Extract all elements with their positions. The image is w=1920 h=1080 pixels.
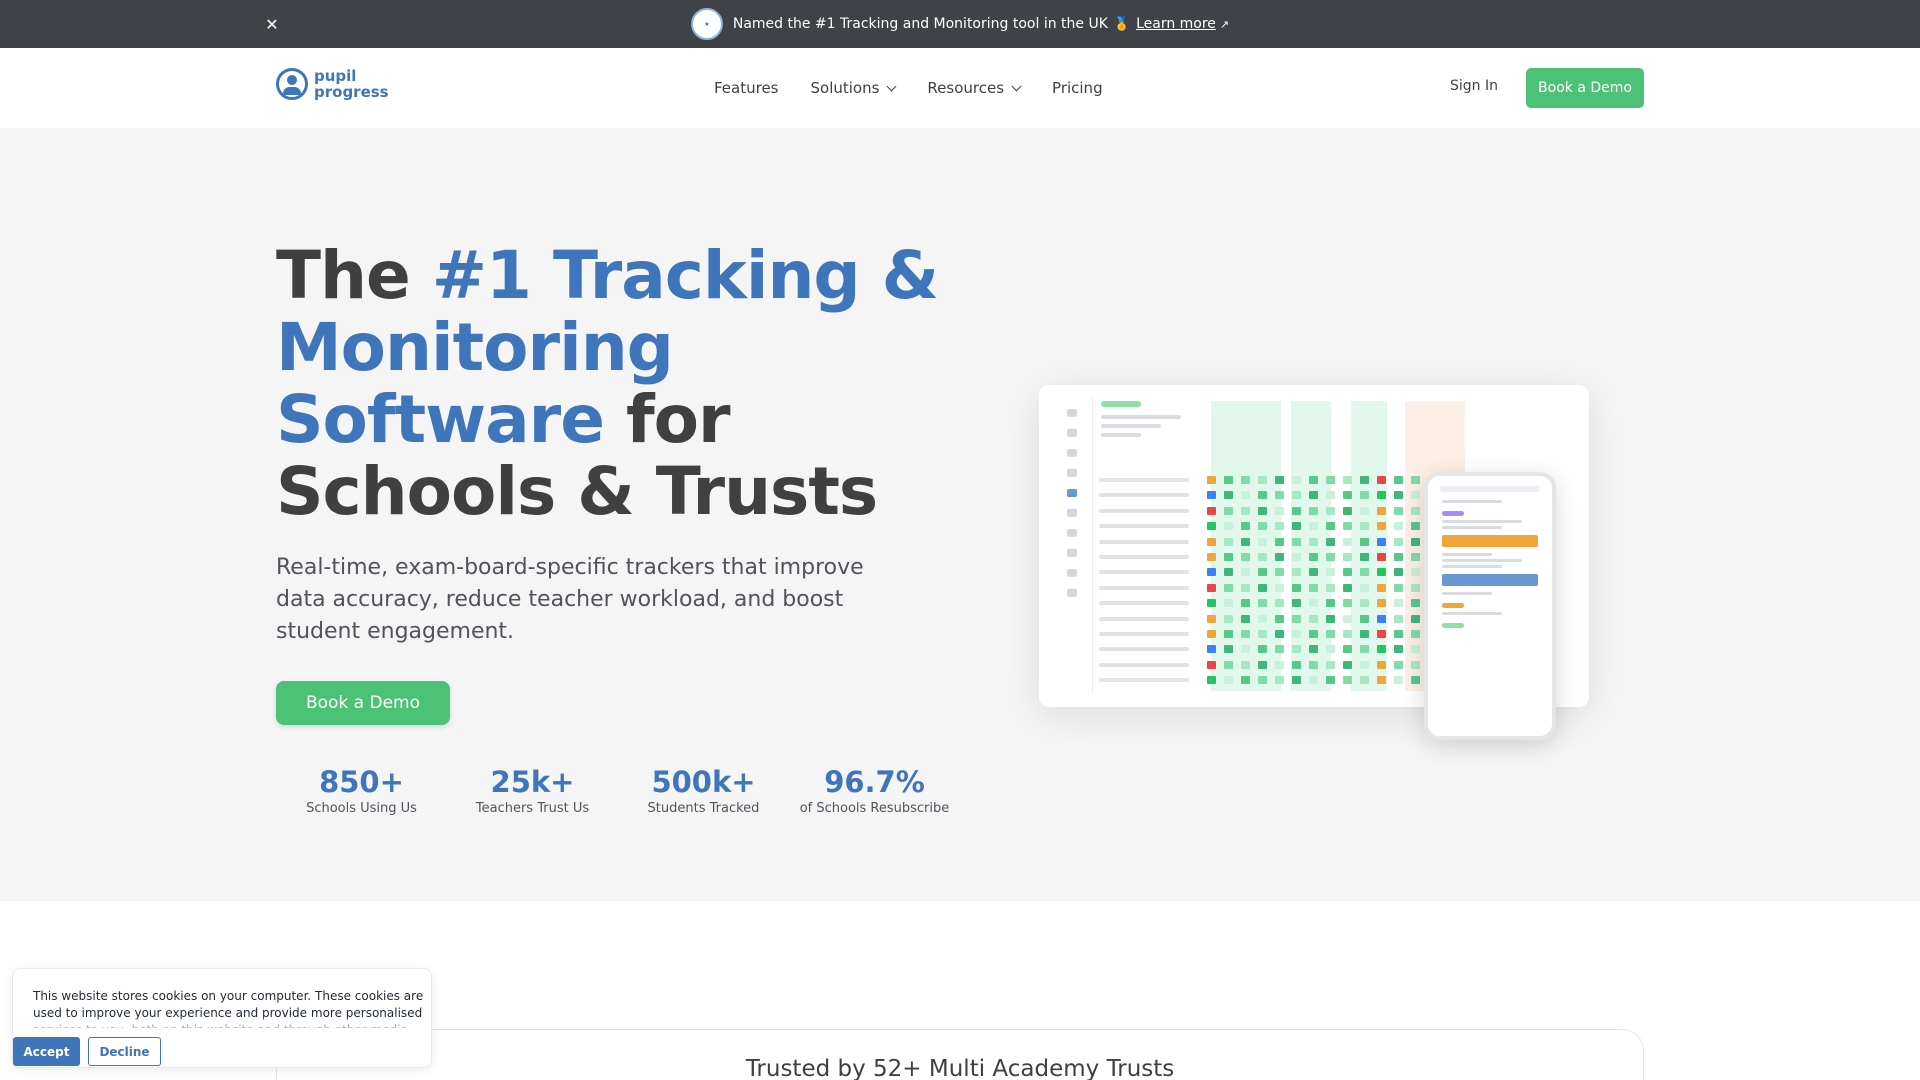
main-nav: Features Solutions Resources Pricing — [714, 76, 1135, 100]
header-book-demo-button[interactable]: Book a Demo — [1526, 68, 1644, 108]
stat-schools: 850+ Schools Using Us — [306, 765, 417, 816]
nav-solutions[interactable]: Solutions — [811, 76, 897, 100]
external-link-icon: ↗ — [1219, 17, 1230, 31]
chevron-down-icon — [886, 81, 897, 91]
nav-features[interactable]: Features — [714, 76, 779, 100]
hero-headline: The #1 Tracking & Monitoring Software fo… — [276, 237, 939, 530]
hero-book-demo-button[interactable]: Book a Demo — [276, 681, 450, 725]
logo-line-2: progress — [314, 83, 389, 101]
site-header: pupil progress Features Solutions Resour… — [0, 48, 1920, 128]
stats-row: 850+ Schools Using Us 25k+ Teachers Trus… — [276, 764, 960, 818]
stat-resubscribe: 96.7% of Schools Resubscribe — [799, 765, 950, 816]
logo-icon — [276, 68, 308, 100]
learn-more-link[interactable]: Learn more — [1136, 16, 1216, 32]
mock-sidebar — [1051, 397, 1093, 693]
announcement-bar: ✕ ★ Named the #1 Tracking and Monitoring… — [0, 0, 1920, 48]
nav-resources[interactable]: Resources — [927, 76, 1022, 100]
logo[interactable]: pupil progress — [276, 68, 389, 100]
trusted-title: Trusted by 52+ Multi Academy Trusts — [745, 1056, 1175, 1080]
sign-in-link[interactable]: Sign In — [1450, 78, 1498, 94]
cookie-accept-button[interactable]: Accept — [13, 1037, 80, 1066]
cookie-decline-button[interactable]: Decline — [88, 1037, 161, 1066]
phone-mockup — [1424, 472, 1556, 740]
close-icon[interactable]: ✕ — [262, 12, 282, 36]
hero-section: The #1 Tracking & Monitoring Software fo… — [0, 128, 1920, 901]
stat-students: 500k+ Students Tracked — [647, 765, 760, 816]
chevron-down-icon — [1011, 81, 1022, 91]
medal-icon: 🏅 — [1113, 16, 1131, 32]
logo-line-1: pupil — [314, 67, 357, 85]
nav-pricing[interactable]: Pricing — [1052, 76, 1103, 100]
announcement-text: Named the #1 Tracking and Monitoring too… — [732, 16, 1108, 32]
stat-teachers: 25k+ Teachers Trust Us — [475, 765, 590, 816]
hero-subline: Real-time, exam-board-specific trackers … — [276, 555, 864, 644]
award-badge-icon: ★ — [690, 8, 723, 40]
